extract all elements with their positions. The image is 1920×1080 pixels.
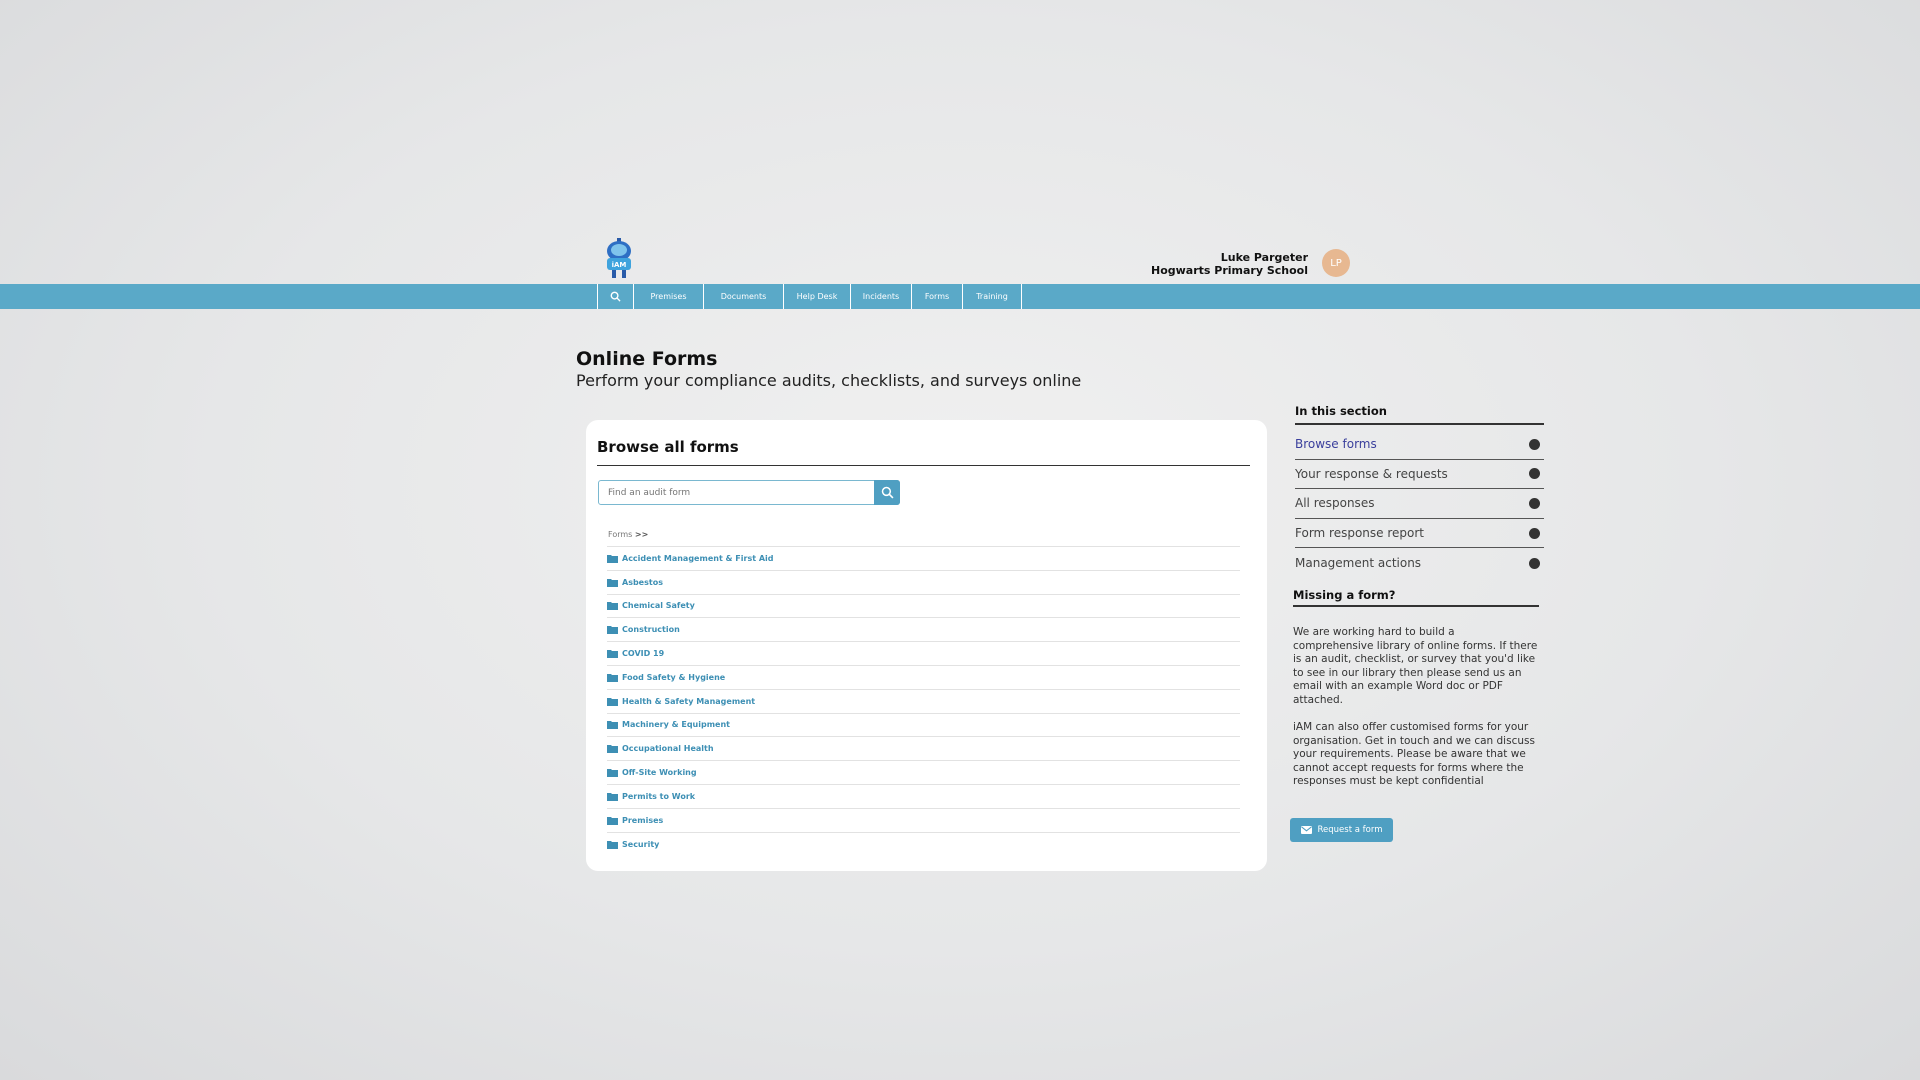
section-nav: Browse forms Your response & requests Al… [1295,430,1544,578]
missing-form-text: We are working hard to build a comprehen… [1293,626,1538,706]
folder-row[interactable]: Machinery & Equipment [607,714,1240,738]
section-item-label: Management actions [1295,556,1422,571]
folder-list: Accident Management & First Aid Asbestos C… [607,546,1240,856]
browse-forms-card: Browse all forms Forms >> Accident Manag… [586,420,1267,871]
breadcrumb-separator: >> [634,530,649,539]
folder-row[interactable]: Security [607,833,1240,857]
folder-label: Occupational Health [622,744,714,754]
folder-row[interactable]: Premises [607,809,1240,833]
nav-premises[interactable]: Premises [634,284,704,309]
folder-row[interactable]: COVID 19 [607,642,1240,666]
search-button[interactable] [874,480,900,505]
folder-label: Security [622,839,660,849]
section-item-your-responses[interactable]: Your response & requests [1295,460,1544,490]
folder-icon [607,769,618,778]
folder-label: Accident Management & First Aid [622,553,774,563]
bullet-icon [1529,468,1540,480]
user-info[interactable]: Luke Pargeter Hogwarts Primary School LP [1150,249,1350,277]
search-icon [610,291,621,302]
nav-training[interactable]: Training [963,284,1022,309]
main-nav-bar: Premises Documents Help Desk Incidents F… [0,284,1920,309]
folder-label: Permits to Work [622,791,696,801]
folder-icon [607,554,618,563]
folder-row[interactable]: Permits to Work [607,785,1240,809]
breadcrumb: Forms >> [608,530,648,539]
nav-forms[interactable]: Forms [912,284,963,309]
folder-label: Premises [622,815,664,825]
folder-row[interactable]: Chemical Safety [607,595,1240,619]
divider [597,465,1250,466]
svg-text:iAM: iAM [612,261,627,269]
request-form-button[interactable]: Request a form [1290,818,1393,842]
section-item-label: Your response & requests [1295,466,1448,481]
main-nav: Premises Documents Help Desk Incidents F… [597,284,1022,309]
section-item-all-responses[interactable]: All responses [1295,489,1544,519]
folder-label: Construction [622,625,680,635]
school-name: Hogwarts Primary School [1150,264,1308,277]
folder-icon [607,745,618,754]
bullet-icon [1529,497,1540,509]
folder-row[interactable]: Health & Safety Management [607,690,1240,714]
section-item-browse-forms[interactable]: Browse forms [1295,430,1544,460]
avatar[interactable]: LP [1322,249,1350,277]
user-name: Luke Pargeter [1220,251,1308,264]
breadcrumb-forms[interactable]: Forms [608,530,632,539]
section-item-form-response-report[interactable]: Form response report [1295,519,1544,549]
folder-row[interactable]: Occupational Health [607,737,1240,762]
search-input[interactable] [599,481,874,504]
folder-label: Machinery & Equipment [622,720,731,730]
folder-label: Asbestos [622,577,663,587]
folder-label: Off-Site Working [622,768,697,778]
folder-row[interactable]: Construction [607,618,1240,643]
page-title: Online Forms [576,348,718,370]
folder-icon [607,626,618,635]
form-search [598,480,900,505]
section-item-label: Browse forms [1295,437,1377,452]
folder-label: Health & Safety Management [622,696,756,706]
section-item-label: All responses [1295,496,1375,511]
custom-forms-text: iAM can also offer customised forms for … [1293,721,1535,788]
bullet-icon [1529,557,1540,569]
folder-icon [607,792,618,801]
mail-icon [1300,826,1312,834]
in-this-section-heading: In this section [1295,404,1387,418]
folder-row[interactable]: Asbestos [607,571,1240,595]
request-form-label: Request a form [1317,825,1383,835]
nav-search-button[interactable] [598,284,634,309]
section-item-label: Form response report [1295,526,1425,541]
missing-form-heading: Missing a form? [1293,588,1396,602]
nav-incidents[interactable]: Incidents [851,284,912,309]
folder-label: Chemical Safety [622,601,695,611]
folder-icon [607,673,618,682]
folder-icon [607,697,618,706]
folder-label: Food Safety & Hygiene [622,672,726,682]
folder-label: COVID 19 [622,649,665,659]
bullet-icon [1529,438,1540,450]
divider [1293,605,1539,607]
page-subtitle: Perform your compliance audits, checklis… [576,371,1082,390]
folder-icon [607,578,618,587]
folder-row[interactable]: Food Safety & Hygiene [607,666,1240,690]
nav-help-desk[interactable]: Help Desk [784,284,851,309]
browse-title: Browse all forms [597,438,739,456]
folder-icon [607,721,618,730]
folder-row[interactable]: Off-Site Working [607,761,1240,785]
folder-icon [607,840,618,849]
folder-icon [607,602,618,611]
folder-icon [607,816,618,825]
folder-icon [607,650,618,659]
bullet-icon [1529,527,1540,539]
iam-logo[interactable]: iAM [604,238,634,280]
folder-row[interactable]: Accident Management & First Aid [607,547,1240,571]
search-icon [881,486,893,499]
divider [1295,423,1544,425]
section-item-management-actions[interactable]: Management actions [1295,548,1544,578]
nav-documents[interactable]: Documents [704,284,784,309]
